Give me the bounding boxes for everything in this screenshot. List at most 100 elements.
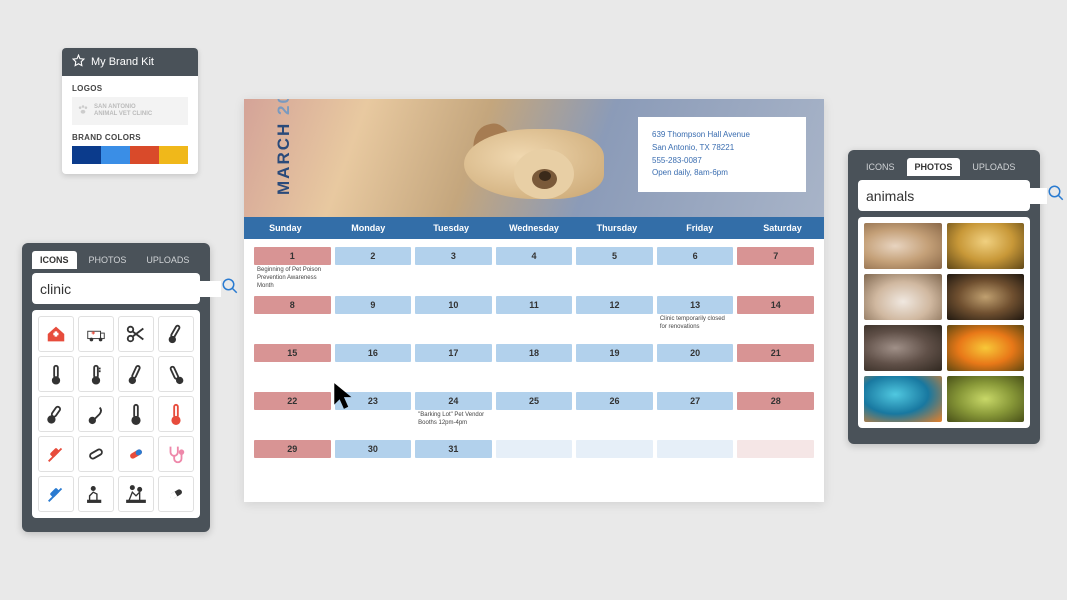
tab-icons-2[interactable]: ICONS — [858, 158, 903, 176]
brand-kit-panel: My Brand Kit LOGOS SAN ANTONIOANIMAL VET… — [62, 48, 198, 174]
calendar-cell[interactable]: 22 — [252, 390, 333, 438]
photo-horse[interactable] — [864, 223, 942, 269]
swatch-2[interactable] — [101, 146, 130, 164]
swatch-1[interactable] — [72, 146, 101, 164]
icon-thermometer-alt[interactable] — [158, 356, 194, 392]
day-header: Monday — [327, 217, 410, 239]
photos-search-input[interactable] — [866, 188, 1047, 204]
address-card[interactable]: 639 Thompson Hall Avenue San Antonio, TX… — [638, 117, 806, 192]
calendar-cell[interactable]: 7 — [735, 245, 816, 294]
calendar-cell[interactable]: 6 — [655, 245, 736, 294]
swatch-3[interactable] — [130, 146, 159, 164]
calendar-cell[interactable]: 27 — [655, 390, 736, 438]
calendar-cell[interactable]: 13Clinic temporarily closed for renovati… — [655, 294, 736, 342]
icon-scissors[interactable] — [118, 316, 154, 352]
icons-search-input[interactable] — [40, 281, 221, 297]
calendar-cell[interactable]: 20 — [655, 342, 736, 390]
calendar-cell[interactable]: 18 — [494, 342, 575, 390]
calendar-cell[interactable]: 31 — [413, 438, 494, 486]
calendar-cell[interactable]: 29 — [252, 438, 333, 486]
calendar-cell[interactable]: 14 — [735, 294, 816, 342]
day-headers: SundayMondayTuesdayWednesdayThursdayFrid… — [244, 217, 824, 239]
calendar-cell[interactable]: 5 — [574, 245, 655, 294]
calendar-cell[interactable]: 8 — [252, 294, 333, 342]
calendar-cell[interactable]: 3 — [413, 245, 494, 294]
photo-lion-face[interactable] — [947, 274, 1025, 320]
calendar-cell[interactable]: 12 — [574, 294, 655, 342]
swatch-4[interactable] — [159, 146, 188, 164]
calendar-cell[interactable]: 16 — [333, 342, 414, 390]
calendar-cell[interactable]: 17 — [413, 342, 494, 390]
brand-logo[interactable]: SAN ANTONIOANIMAL VET CLINIC — [72, 97, 188, 125]
logo-text: SAN ANTONIOANIMAL VET CLINIC — [94, 104, 152, 117]
photo-grass-animal[interactable] — [947, 376, 1025, 422]
tab-uploads[interactable]: UPLOADS — [138, 251, 197, 269]
search-icon[interactable] — [1047, 184, 1065, 207]
tab-photos[interactable]: PHOTOS — [81, 251, 135, 269]
icon-thermometer-3[interactable] — [118, 356, 154, 392]
calendar-event[interactable]: "Barking Lot" Pet Vendor Booths 12pm-4pm — [415, 410, 492, 430]
icon-pill[interactable] — [78, 436, 114, 472]
calendar-cell[interactable] — [494, 438, 575, 486]
date-number: 23 — [335, 392, 412, 410]
icon-thermometer-1[interactable] — [38, 356, 74, 392]
calendar-event[interactable]: Clinic temporarily closed for renovation… — [657, 314, 734, 334]
calendar-cell[interactable]: 24"Barking Lot" Pet Vendor Booths 12pm-4… — [413, 390, 494, 438]
date-number: 26 — [576, 392, 653, 410]
calendar-cell[interactable]: 23 — [333, 390, 414, 438]
icon-pill-dark[interactable] — [158, 476, 194, 512]
icon-thermometer-hot[interactable] — [158, 396, 194, 432]
icon-syringe-alt[interactable] — [38, 476, 74, 512]
photo-roaring-lion[interactable] — [947, 223, 1025, 269]
calendar-cell[interactable]: 11 — [494, 294, 575, 342]
calendar-cell[interactable]: 26 — [574, 390, 655, 438]
date-number: 7 — [737, 247, 814, 265]
month-year-label: MARCH 2025 — [274, 99, 294, 195]
date-number: 5 — [576, 247, 653, 265]
calendar-cell[interactable]: 1Beginning of Pet Poison Prevention Awar… — [252, 245, 333, 294]
tab-icons[interactable]: ICONS — [32, 251, 77, 269]
icon-capsule[interactable] — [118, 436, 154, 472]
photo-kingfisher[interactable] — [864, 376, 942, 422]
calendar-cell[interactable]: 4 — [494, 245, 575, 294]
icon-syringe[interactable] — [38, 436, 74, 472]
day-header: Thursday — [575, 217, 658, 239]
calendar-event[interactable]: Beginning of Pet Poison Prevention Aware… — [254, 265, 331, 292]
calendar-cell[interactable]: 15 — [252, 342, 333, 390]
calendar-cell[interactable]: 30 — [333, 438, 414, 486]
icon-ambulance[interactable] — [78, 316, 114, 352]
calendar-cell[interactable]: 10 — [413, 294, 494, 342]
calendar-cell[interactable]: 25 — [494, 390, 575, 438]
calendar-cell[interactable]: 21 — [735, 342, 816, 390]
calendar-cell[interactable]: 2 — [333, 245, 414, 294]
icon-med-house[interactable] — [38, 316, 74, 352]
calendar-cell[interactable]: 28 — [735, 390, 816, 438]
icon-stethoscope[interactable] — [158, 436, 194, 472]
calendar-cell[interactable]: 9 — [333, 294, 414, 342]
icon-therapy[interactable] — [118, 476, 154, 512]
calendar-cell[interactable] — [574, 438, 655, 486]
calendar-hero-image[interactable]: MARCH 2025 639 Thompson Hall Avenue San … — [244, 99, 824, 217]
day-header: Saturday — [741, 217, 824, 239]
calendar-cell[interactable] — [735, 438, 816, 486]
tab-uploads-2[interactable]: UPLOADS — [964, 158, 1023, 176]
paw-icon — [76, 103, 90, 120]
icon-thermometer-2[interactable] — [78, 356, 114, 392]
star-icon — [72, 54, 85, 70]
tab-photos-2[interactable]: PHOTOS — [907, 158, 961, 176]
date-number: 28 — [737, 392, 814, 410]
photo-elephant[interactable] — [864, 325, 942, 371]
icon-massage[interactable] — [78, 476, 114, 512]
calendar-cell[interactable]: 19 — [574, 342, 655, 390]
photo-butterfly[interactable] — [947, 325, 1025, 371]
icon-thermometer-round[interactable] — [38, 396, 74, 432]
icon-thermometer-curve[interactable] — [78, 396, 114, 432]
puppy-illustration — [444, 109, 624, 209]
date-number: 14 — [737, 296, 814, 314]
photo-puppy-dog[interactable] — [864, 274, 942, 320]
icon-thermometer-diag[interactable] — [158, 316, 194, 352]
icon-thermometer-bulb[interactable] — [118, 396, 154, 432]
address-hours: Open daily, 8am-6pm — [652, 167, 792, 180]
search-icon[interactable] — [221, 277, 239, 300]
calendar-cell[interactable] — [655, 438, 736, 486]
